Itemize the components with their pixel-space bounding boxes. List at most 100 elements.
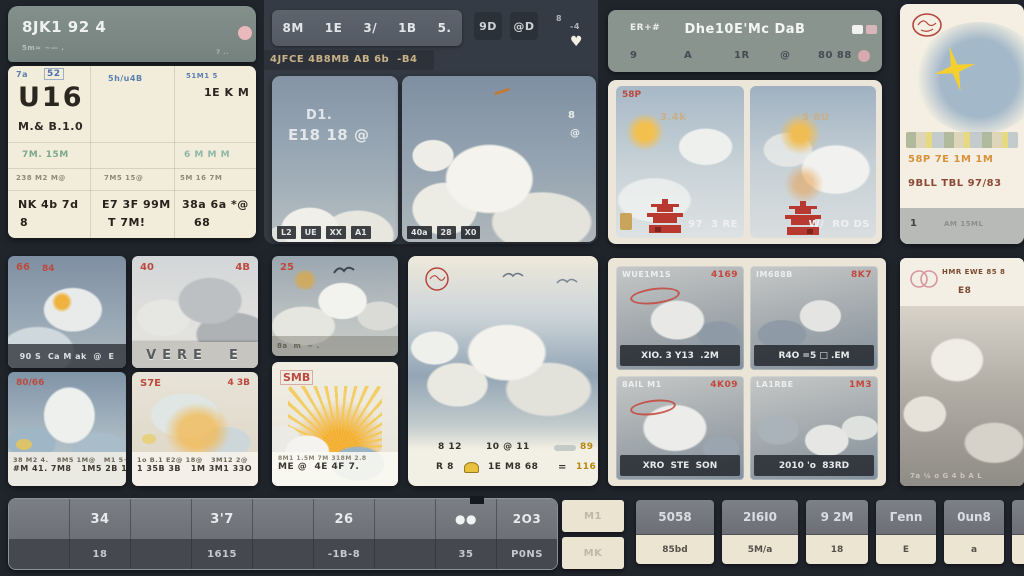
caption-text: 8a m ~ . [277, 342, 320, 350]
panel-icon-5[interactable]: 80 88 [818, 50, 852, 61]
misty-card-1[interactable]: WUE1M1S 4169 XIO. 3 Y13 .2M [616, 266, 744, 370]
key-5[interactable]: 0un8 a [944, 500, 1004, 564]
forecast-top-row: 34 3'7 26 ●● 2O3 [9, 499, 557, 539]
forecast-cell[interactable]: 34 [70, 499, 131, 539]
sky-panel-right[interactable]: 8 @ 40a 28 X0 [402, 76, 596, 242]
weather-card-f[interactable]: SMB 8M1 1.5M 7M 318M 2.8 ME @ 4E 4F 7. [272, 362, 398, 486]
forecast-cell-low[interactable] [375, 539, 436, 569]
pagoda-card-1[interactable]: 58P 3.4k 97 3 RE [616, 86, 744, 238]
card-label: 3.4k [660, 112, 686, 123]
caption-chips: 40a 28 X0 [402, 223, 596, 242]
forecast-cell[interactable]: ●● [436, 499, 497, 539]
key-bottom-label: 18 [806, 535, 868, 564]
tool-icon-1[interactable]: 8M [283, 21, 304, 35]
bold-cell-c2: 68 [194, 216, 210, 229]
forecast-cell-low[interactable] [9, 539, 70, 569]
row-divider [8, 142, 256, 143]
forecast-cell-low[interactable]: 35 [436, 539, 497, 569]
pink-dot[interactable] [858, 50, 870, 62]
embossed-bar: VERE E [132, 342, 258, 368]
tiles-strip [906, 132, 1018, 148]
panel-icon-2[interactable]: A [684, 50, 692, 61]
blue-stamp: 52 [44, 68, 64, 80]
key-4[interactable]: Γenn E [876, 500, 936, 564]
forecast-cell-low[interactable]: -1B-8 [314, 539, 375, 569]
top-left-header: 8JK1 92 4 5m≈ ~— . 7 .. [8, 6, 256, 62]
orange-row: 58P 7E 1M 1M [908, 154, 993, 165]
forecast-cell-low[interactable]: 1615 [192, 539, 253, 569]
glyph-cluster: 8 12 [438, 442, 462, 452]
misty-card-4[interactable]: LA1RBE 1M3 2010 'o 83RD [750, 376, 878, 480]
bold-cell-b2: T 7M! [108, 216, 145, 229]
card-caption: R4O =5 □ .EM [754, 345, 874, 366]
summary-table-card[interactable]: 7a 52 U16 M.& B.1.0 5h/u4B 51M1 5 1E K M… [8, 66, 256, 238]
forecast-bottom-row: 18 1615 -1B-8 35 P0NS [9, 539, 557, 569]
forecast-cell[interactable] [131, 499, 192, 539]
heart-icon[interactable]: ♥ [570, 34, 583, 50]
sketch-tile-1[interactable]: M1 [562, 500, 624, 532]
sketch-tile-2[interactable]: MK [562, 537, 624, 569]
misty-card-3[interactable]: 8AIL M1 4K09 XRO STE SON [616, 376, 744, 480]
key-1[interactable]: 5058 85bd [636, 500, 714, 564]
forecast-cell-low[interactable]: 18 [70, 539, 131, 569]
key-2[interactable]: 2I6I0 5M/a [722, 500, 798, 564]
forecast-cell[interactable]: 2O3 [497, 499, 557, 539]
moon-glow [16, 439, 32, 450]
weather-card-e[interactable]: 25 8a m ~ . [272, 256, 398, 356]
sky-panel-left[interactable]: D1. E18 18 @ L2 UE XX A1 [272, 76, 398, 242]
bold-cell-a: NK 4b 7d [18, 198, 78, 211]
card-caption: XRO STE SON [620, 455, 740, 476]
forecast-cell[interactable]: 26 [314, 499, 375, 539]
forecast-cell[interactable]: 3'7 [192, 499, 253, 539]
forecast-cell[interactable] [253, 499, 314, 539]
forecast-cell-low[interactable] [131, 539, 192, 569]
status-dot[interactable] [238, 26, 252, 40]
header-line1: HMR EWE 85 8 [942, 268, 1005, 276]
panel-icon-4[interactable]: @ [780, 50, 791, 61]
sun-card[interactable]: 58P 7E 1M 1M 9BLL TBL 97/83 1 AM 15ML [900, 4, 1024, 244]
key-3[interactable]: 9 2M 18 [806, 500, 868, 564]
key-top-label: 2I6I0 [722, 500, 798, 535]
col3-note: 51M1 5 [186, 72, 218, 80]
column-divider [174, 66, 175, 238]
square-button-2[interactable]: @D [510, 12, 538, 40]
glyph-cluster: R 8 [436, 462, 454, 472]
tool-icon-3[interactable]: 3/ [363, 21, 377, 35]
pagoda-card-2[interactable]: 5 8U W/ RO DS [750, 86, 876, 238]
forecast-cell[interactable] [375, 499, 436, 539]
tall-cloud-card[interactable]: 8 12 10 @ 11 89 R 8 1E M8 68 = 116 [408, 256, 598, 486]
weather-card-d[interactable]: S7E 4 3B 1o B.1 E2@ 18@ 3M12 2@ 1 35B 3B… [132, 372, 258, 486]
forecast-cell-low[interactable] [253, 539, 314, 569]
weather-card-b[interactable]: 40 4B VERE E [132, 256, 258, 368]
caption-chip: XX [326, 226, 346, 239]
data-row-2: 1 35B 3B 1M 3M1 33O 2M6 7M [137, 464, 258, 473]
forecast-cell-low[interactable]: P0NS [497, 539, 557, 569]
tool-icon-4[interactable]: 1B [398, 21, 417, 35]
pagoda-cards-panel: 58P 3.4k 97 3 RE 5 8U W/ RO DS [608, 80, 882, 244]
green-metric-right: 6 M M M [184, 150, 230, 160]
window-control-1[interactable] [852, 25, 863, 34]
square-button-1[interactable]: 9D [474, 12, 502, 40]
forecast-cell[interactable] [9, 499, 70, 539]
red-stamp: 4B [235, 262, 250, 273]
caption-strip: 8a m ~ . [272, 336, 398, 356]
card-head: LA1RBE [756, 380, 794, 389]
pagoda-icon [780, 200, 826, 236]
weather-card-c[interactable]: 80/66 38 M2 4. 8M5 1M@ M1 5+9 18 #M 41. … [8, 372, 126, 486]
key-6[interactable]: 8I [1012, 500, 1024, 564]
tool-icon-2[interactable]: 1E [325, 21, 343, 35]
mist-mountain-card[interactable]: HMR EWE 85 8 E8 7a ¼ o G 4 b A L [900, 258, 1024, 486]
card-head: IM688B [756, 270, 793, 279]
panel-icon-3[interactable]: 1R [734, 50, 750, 61]
window-control-2[interactable] [866, 25, 877, 34]
sun-glow-low [784, 164, 824, 204]
tool-icon-5[interactable]: 5. [438, 21, 452, 35]
key-top-label: 5058 [636, 500, 714, 535]
top-right-panel: ER+# Dhe10E'Mc DaB 9 A 1R @ 80 88 [608, 10, 882, 72]
key-bottom-label: E [876, 535, 936, 564]
clouds [900, 306, 1024, 486]
glyph-cluster: 10 @ 11 [486, 442, 530, 452]
weather-card-a[interactable]: 66 84 90 S Ca M ak @ E [8, 256, 126, 368]
panel-icon-1[interactable]: 9 [630, 50, 637, 61]
misty-card-2[interactable]: IM688B 8K7 R4O =5 □ .EM [750, 266, 878, 370]
